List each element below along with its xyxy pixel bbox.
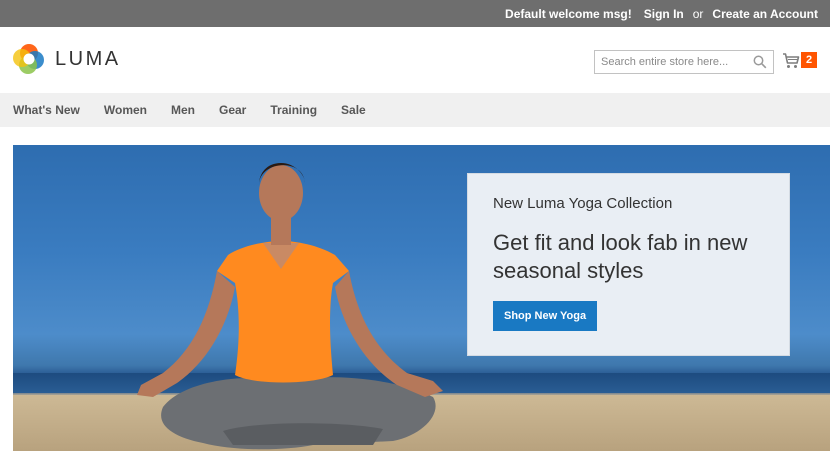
cart-icon[interactable] [782, 53, 800, 69]
search-icon[interactable] [753, 55, 767, 69]
promo-kicker: New Luma Yoga Collection [493, 195, 673, 212]
search-box [594, 50, 774, 74]
welcome-message: Default welcome msg! [505, 6, 632, 21]
main-navigation: What's New Women Men Gear Training Sale [0, 93, 830, 127]
nav-item-men[interactable]: Men [171, 103, 195, 117]
brand-name: LUMA [55, 47, 121, 70]
shop-new-yoga-button[interactable]: Shop New Yoga [493, 301, 598, 331]
luma-logo-icon [13, 44, 44, 74]
promo-headline: Get fit and look fab in new seasonal sty… [493, 230, 748, 283]
sign-in-link[interactable]: Sign In [644, 7, 684, 21]
page-header: LUMA 2 [0, 27, 830, 93]
nav-item-gear[interactable]: Gear [219, 103, 246, 117]
minicart[interactable]: 2 [782, 51, 822, 73]
hero-banner[interactable]: New Luma Yoga Collection Get fit and loo… [13, 145, 830, 451]
nav-item-women[interactable]: Women [104, 103, 147, 117]
cart-count-badge: 2 [801, 52, 817, 68]
nav-item-sale[interactable]: Sale [341, 103, 366, 117]
nav-item-whats-new[interactable]: What's New [13, 103, 80, 117]
search-input[interactable] [595, 51, 749, 73]
nav-item-training[interactable]: Training [270, 103, 317, 117]
top-utility-bar: Default welcome msg! Sign In or Create a… [0, 0, 830, 27]
header-links: Default welcome msg! Sign In or Create a… [505, 0, 818, 27]
or-text: or [692, 6, 704, 21]
create-account-link[interactable]: Create an Account [712, 7, 818, 21]
logo[interactable]: LUMA [13, 43, 121, 75]
promo-card: New Luma Yoga Collection Get fit and loo… [467, 173, 790, 356]
